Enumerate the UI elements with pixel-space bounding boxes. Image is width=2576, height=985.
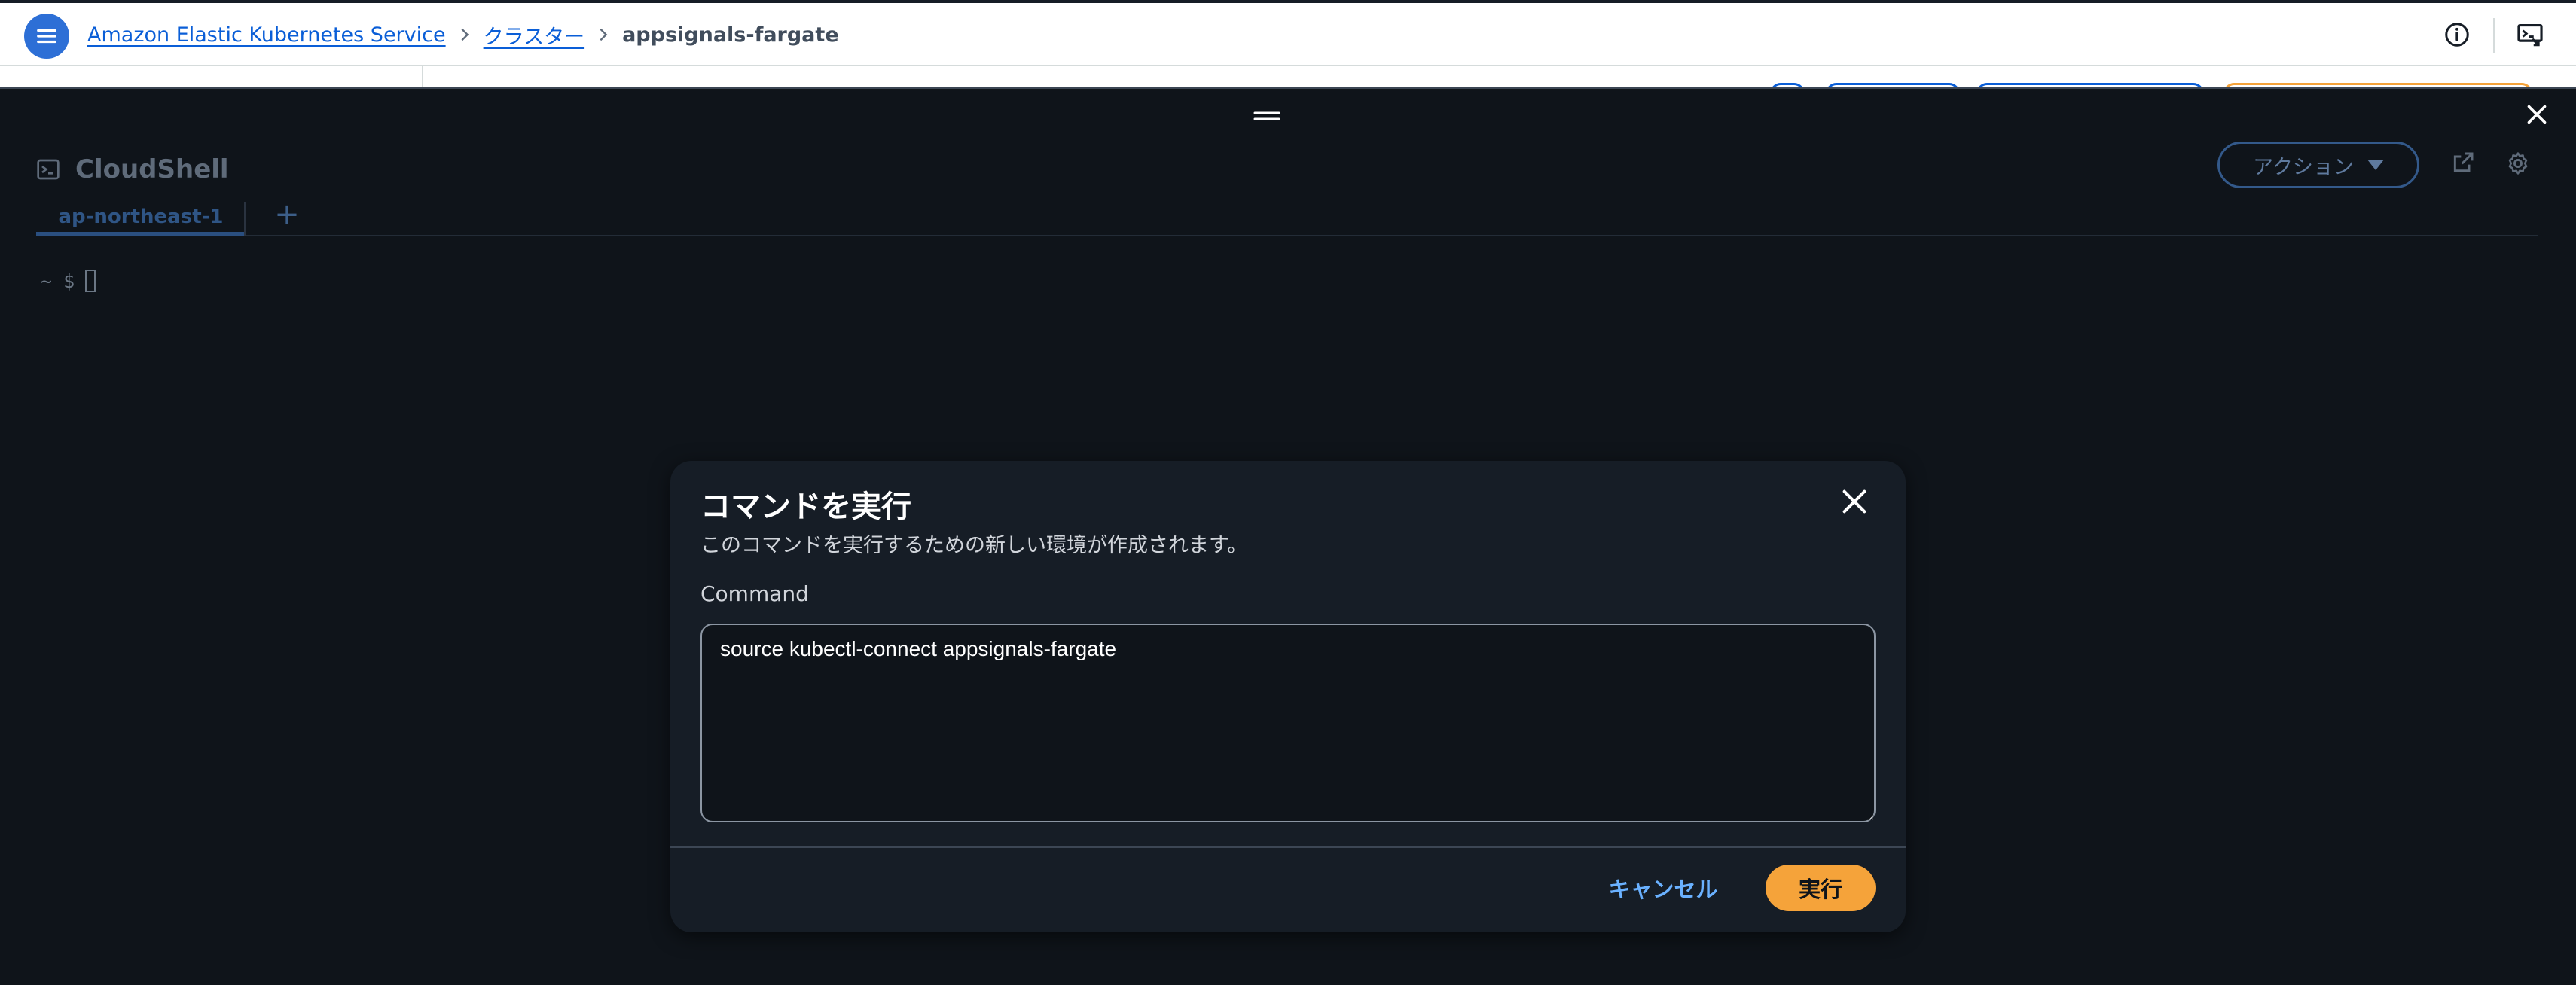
modal-title: コマンドを実行 [700, 489, 911, 524]
run-button[interactable]: 実行 [1766, 865, 1876, 911]
modal-footer-divider [670, 846, 1906, 848]
breadcrumb: Amazon Elastic Kubernetes Service クラスター … [87, 3, 839, 66]
page-divider [422, 66, 423, 89]
chevron-right-icon [584, 26, 622, 43]
terminal-prompt[interactable]: ~ $ [41, 270, 96, 292]
tab-divider [244, 202, 246, 236]
cloudshell-title: CloudShell [75, 154, 229, 184]
modal-description: このコマンドを実行するための新しい環境が作成されます。 [700, 534, 1248, 557]
breadcrumb-eks[interactable]: Amazon Elastic Kubernetes Service [87, 23, 446, 47]
menu-icon [37, 29, 56, 44]
cancel-button[interactable]: キャンセル [1598, 865, 1728, 911]
actions-dropdown-button[interactable]: アクション [2217, 142, 2419, 188]
info-icon[interactable] [2443, 21, 2471, 48]
caret-down-icon [2367, 160, 2384, 170]
prompt-text: ~ $ [41, 270, 75, 292]
toolbar-divider [2493, 18, 2495, 53]
cloudshell-header: CloudShell [36, 151, 229, 188]
resize-handle-icon[interactable] [1253, 108, 1280, 124]
terminal-cursor [85, 270, 96, 292]
cloudshell-toggle-icon[interactable] [2516, 21, 2544, 50]
close-icon[interactable] [1839, 486, 1869, 517]
close-icon[interactable] [2523, 101, 2550, 128]
chevron-right-icon [446, 26, 484, 43]
terminal-tabs: ap-northeast-1 + [36, 197, 2538, 236]
gear-icon[interactable] [2505, 151, 2531, 176]
command-label: Command [700, 581, 809, 606]
terminal-icon [37, 159, 60, 180]
breadcrumb-clusters[interactable]: クラスター [484, 20, 584, 50]
hamburger-menu-button[interactable] [24, 14, 69, 59]
top-navigation-bar: Amazon Elastic Kubernetes Service クラスター … [0, 0, 2576, 66]
run-command-modal: コマンドを実行 このコマンドを実行するための新しい環境が作成されます。 Comm… [670, 461, 1906, 932]
command-textarea[interactable]: source kubectl-connect appsignals-fargat… [700, 624, 1876, 822]
breadcrumb-current-cluster: appsignals-fargate [622, 23, 839, 47]
actions-label: アクション [2253, 155, 2354, 179]
tab-ap-northeast-1[interactable]: ap-northeast-1 [36, 202, 246, 236]
add-tab-button[interactable]: + [270, 197, 304, 232]
external-link-icon[interactable] [2451, 151, 2475, 175]
